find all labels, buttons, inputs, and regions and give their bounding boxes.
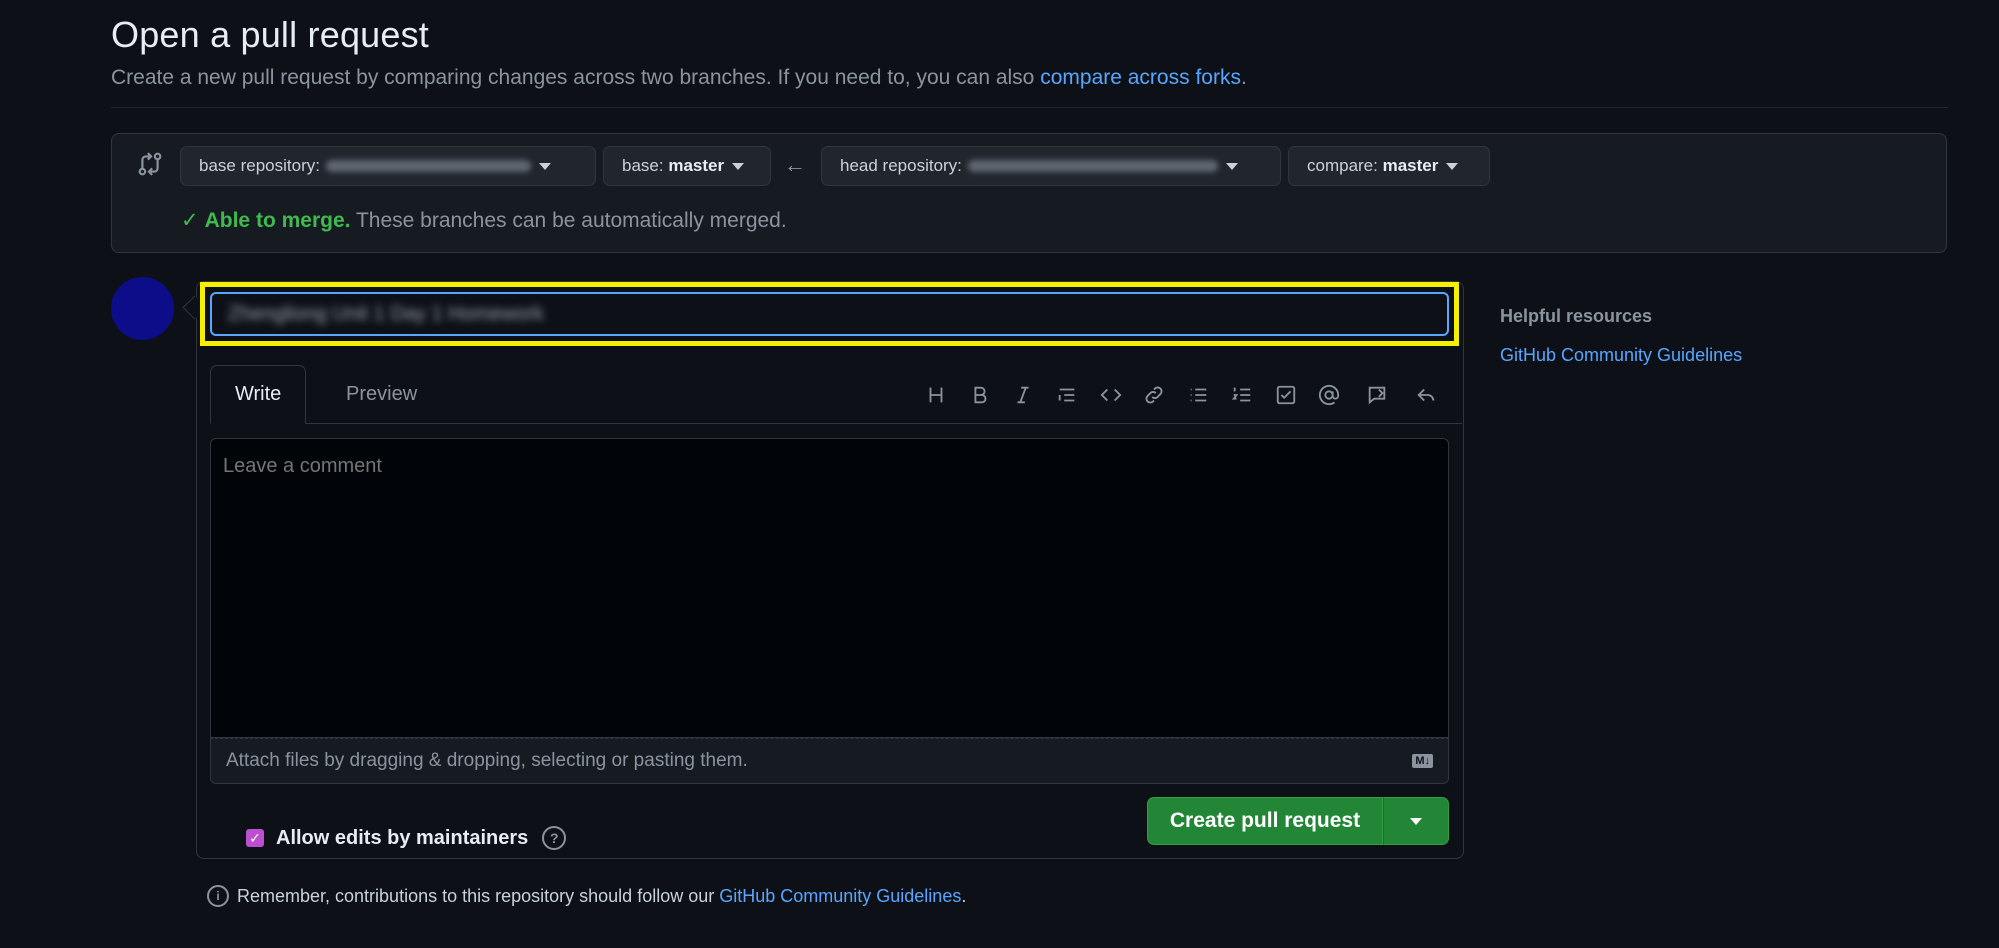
merge-status-label: Able to merge. [204,209,351,232]
help-icon[interactable]: ? [542,826,567,850]
link-icon[interactable] [1137,378,1171,412]
chevron-down-icon [732,162,745,170]
tab-preview[interactable]: Preview [322,365,441,423]
base-repository-select[interactable]: base repository: [180,146,596,186]
task-list-icon[interactable] [1269,378,1303,412]
merge-status-detail: These branches can be automatically merg… [355,209,787,232]
comment-textarea[interactable] [210,438,1449,738]
allow-edits-label: Allow edits by maintainers [276,826,529,849]
title-input-value: Zhengliong Unit 1 Day 1 Homework [228,303,544,325]
divider [111,107,1948,108]
chevron-down-icon [1446,162,1459,170]
markdown-icon: M↓ [1412,754,1433,768]
code-icon[interactable] [1094,378,1128,412]
merge-status: ✓ Able to merge. These branches can be au… [181,208,787,233]
attach-files-bar[interactable]: Attach files by dragging & dropping, sel… [210,738,1449,784]
subtitle-end: . [1240,66,1247,89]
head-repository-value-blurred [967,160,1218,172]
quote-icon[interactable] [1050,378,1084,412]
contribution-note: i Remember, contributions to this reposi… [207,885,966,907]
compare-branch-value: master [1382,156,1439,175]
base-branch-select[interactable]: base: master [603,146,771,186]
create-pull-request-dropdown[interactable] [1383,797,1449,845]
bullet-list-icon[interactable] [1181,378,1215,412]
git-compare-icon [138,152,162,176]
helpful-resources-heading: Helpful resources [1500,306,1653,326]
numbered-list-icon[interactable] [1225,378,1259,412]
community-guidelines-link[interactable]: GitHub Community Guidelines [719,886,961,907]
compare-across-forks-link[interactable]: compare across forks [1040,66,1241,89]
heading-icon[interactable] [919,378,953,412]
reference-icon[interactable] [1360,378,1394,412]
compare-branch-label: compare: [1307,156,1378,175]
chevron-down-icon [1410,817,1422,825]
avatar [111,277,174,340]
base-branch-value: master [668,156,725,175]
page-subtitle: Create a new pull request by comparing c… [111,66,1247,90]
reply-icon[interactable] [1409,378,1443,412]
chevron-down-icon [1225,162,1238,170]
sidebar-community-guidelines-link[interactable]: GitHub Community Guidelines [1500,345,1742,366]
italic-icon[interactable] [1006,378,1040,412]
allow-edits-checkbox-row: ✓ Allow edits by maintainers ? [246,826,567,850]
title-input[interactable]: Zhengliong Unit 1 Day 1 Homework [210,292,1449,336]
base-repository-label: base repository: [199,156,320,175]
subtitle-text: Create a new pull request by comparing c… [111,66,1035,89]
base-branch-label: base: [622,156,664,175]
attach-files-text: Attach files by dragging & dropping, sel… [226,750,748,771]
allow-edits-checkbox[interactable]: ✓ [246,829,264,847]
bold-icon[interactable] [963,378,997,412]
compare-branch-select[interactable]: compare: master [1288,146,1490,186]
info-icon: i [207,885,229,907]
arrow-left-icon: ← [784,152,806,177]
check-icon: ✓ [181,209,199,232]
create-pull-request-button[interactable]: Create pull request [1147,797,1383,845]
contribution-note-end: . [961,885,967,906]
page-title: Open a pull request [111,14,430,55]
head-repository-label: head repository: [840,156,962,175]
head-repository-select[interactable]: head repository: [821,146,1281,186]
chevron-down-icon [538,162,551,170]
tab-write[interactable]: Write [210,365,307,424]
mention-icon[interactable] [1312,378,1346,412]
contribution-note-text: Remember, contributions to this reposito… [237,885,715,906]
base-repository-value-blurred [325,160,531,172]
